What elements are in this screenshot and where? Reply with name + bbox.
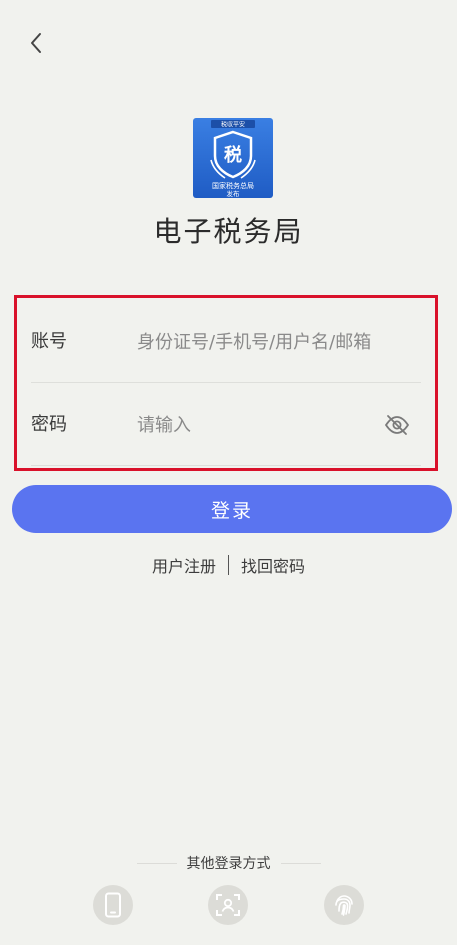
recover-password-link[interactable]: 找回密码	[241, 553, 305, 577]
login-form-highlight: 账号 密码	[14, 295, 438, 471]
app-title: 电子税务局	[153, 215, 304, 248]
password-visibility-toggle[interactable]	[383, 412, 411, 438]
logo-bottom-line-2: 发布	[227, 189, 241, 198]
phone-icon	[105, 892, 121, 918]
divider-right	[280, 862, 321, 864]
chevron-left-icon	[31, 33, 41, 53]
eye-off-icon	[384, 415, 410, 435]
account-field-row: 账号	[31, 302, 421, 383]
face-login-button[interactable]	[208, 885, 248, 925]
logo-bottom-line-1: 国家税务总局	[212, 181, 254, 190]
account-links: 用户注册 找回密码	[0, 553, 457, 577]
logo-top-text: 税収平安	[221, 121, 245, 129]
account-label: 账号	[31, 331, 67, 352]
logo-character: 税	[224, 144, 242, 166]
password-field-row: 密码	[31, 385, 421, 466]
password-label: 密码	[31, 414, 67, 435]
register-link[interactable]: 用户注册	[152, 553, 216, 577]
face-scan-icon	[216, 894, 240, 916]
account-input[interactable]	[137, 326, 417, 358]
divider-left	[136, 862, 177, 864]
password-input[interactable]	[137, 409, 397, 441]
back-button[interactable]	[26, 30, 46, 56]
other-login-label: 其他登录方式	[186, 856, 271, 872]
fingerprint-icon	[335, 895, 353, 916]
links-divider	[228, 555, 229, 575]
phone-login-button[interactable]	[93, 885, 133, 925]
fingerprint-login-button[interactable]	[324, 885, 364, 925]
other-login-heading: 其他登录方式	[0, 853, 457, 873]
app-logo: 税収平安 税 国家税务总局 发布	[193, 118, 273, 198]
login-button[interactable]: 登录	[12, 485, 452, 533]
